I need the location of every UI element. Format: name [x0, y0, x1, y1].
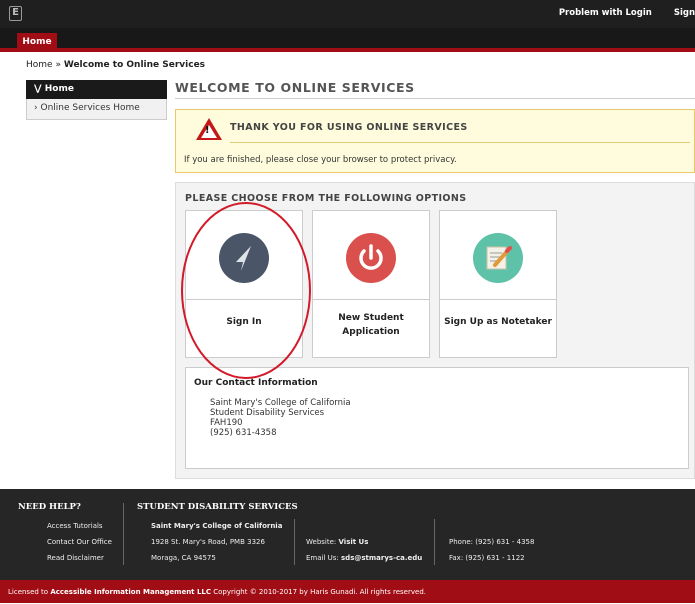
annotation-red-circle [181, 202, 311, 379]
sidebar: ⋁ Home › Online Services Home [26, 80, 167, 120]
footer-website-link[interactable]: Visit Us [339, 538, 369, 546]
footer-address: Saint Mary's College of California 1928 … [151, 518, 282, 566]
footer-web-email: Website: Visit Us Email Us: sds@stmarys-… [306, 534, 422, 566]
contact-title: Our Contact Information [194, 378, 318, 388]
breadcrumb: Home » Welcome to Online Services [26, 60, 205, 70]
footer-divider [434, 519, 435, 565]
footer-link-contact-office[interactable]: Contact Our Office [47, 534, 112, 550]
footer-help-title: NEED HELP? [18, 502, 81, 512]
option-icon-area [313, 211, 429, 300]
footer-phone-fax: Phone: (925) 631 - 4358 Fax: (925) 631 -… [449, 534, 534, 566]
page-title: WELCOME TO ONLINE SERVICES [175, 80, 415, 95]
tab-home[interactable]: Home [17, 33, 57, 52]
warning-exclamation: ! [205, 125, 210, 136]
footer-fax: Fax: (925) 631 - 1122 [449, 554, 525, 562]
contact-college: Saint Mary's College of California [210, 398, 351, 408]
footer-help-links: Access Tutorials Contact Our Office Read… [47, 518, 112, 566]
license-prefix: Licensed to [8, 588, 49, 596]
sign-up-notetaker-label: Sign Up as Notetaker [444, 317, 552, 327]
problem-with-login-link[interactable]: Problem with Login [559, 8, 652, 18]
footer-address-line1: 1928 St. Mary's Road, PMB 3326 [151, 538, 265, 546]
contact-department: Student Disability Services [210, 408, 325, 418]
app-logo: E [9, 6, 22, 21]
footer: NEED HELP? Access Tutorials Contact Our … [0, 489, 695, 580]
title-divider [175, 98, 695, 99]
options-title: PLEASE CHOOSE FROM THE FOLLOWING OPTIONS [185, 193, 467, 204]
notepad-pencil-icon [473, 233, 523, 283]
power-icon [346, 233, 396, 283]
license-copyright: Copyright © 2010-2017 by Haris Gunadi. A… [213, 588, 426, 596]
footer-divider [294, 519, 295, 565]
contact-lines: Saint Mary's College of California Stude… [210, 398, 351, 438]
breadcrumb-separator: » [55, 60, 61, 70]
top-bar: E Problem with Login Sign [0, 0, 695, 28]
option-icon-area [440, 211, 556, 300]
footer-phone: Phone: (925) 631 - 4358 [449, 538, 535, 546]
footer-link-access-tutorials[interactable]: Access Tutorials [47, 518, 112, 534]
chevron-right-icon: › [34, 103, 38, 113]
top-links: Problem with Login Sign [537, 8, 695, 18]
sidebar-item-label: Online Services Home [40, 103, 140, 113]
license-bar: Licensed to Accessible Information Manag… [0, 580, 695, 603]
footer-address-line2: Moraga, CA 94575 [151, 554, 216, 562]
new-student-application-option[interactable]: New Student Application [312, 210, 430, 358]
footer-sds-title: STUDENT DISABILITY SERVICES [137, 502, 298, 512]
contact-phone: (925) 631-4358 [210, 428, 277, 438]
sidebar-item-online-services-home[interactable]: › Online Services Home [26, 99, 167, 120]
sidebar-header-label: Home [44, 84, 74, 94]
footer-email-label: Email Us: [306, 554, 339, 562]
contact-info-box: Our Contact Information Saint Mary's Col… [185, 367, 689, 469]
license-company: Accessible Information Management LLC [50, 588, 212, 596]
sign-in-top-link[interactable]: Sign [674, 8, 695, 18]
notice-title: THANK YOU FOR USING ONLINE SERVICES [230, 122, 468, 133]
nav-bar [0, 28, 695, 52]
contact-room: FAH190 [210, 418, 243, 428]
footer-divider [123, 503, 124, 565]
breadcrumb-current: Welcome to Online Services [63, 60, 206, 70]
notice-text: If you are finished, please close your b… [184, 155, 457, 165]
footer-college: Saint Mary's College of California [151, 522, 283, 530]
footer-website-label: Website: [306, 538, 337, 546]
footer-email-link[interactable]: sds@stmarys-ca.edu [341, 554, 422, 562]
notice-divider [230, 142, 690, 143]
double-chevron-down-icon: ⋁ [34, 84, 42, 94]
sign-up-notetaker-option[interactable]: Sign Up as Notetaker [439, 210, 557, 358]
sidebar-header[interactable]: ⋁ Home [26, 80, 167, 99]
footer-link-read-disclaimer[interactable]: Read Disclaimer [47, 550, 112, 566]
thank-you-notice: ! THANK YOU FOR USING ONLINE SERVICES If… [175, 109, 695, 173]
breadcrumb-home[interactable]: Home [26, 60, 53, 70]
new-student-application-label: New Student Application [338, 313, 404, 337]
